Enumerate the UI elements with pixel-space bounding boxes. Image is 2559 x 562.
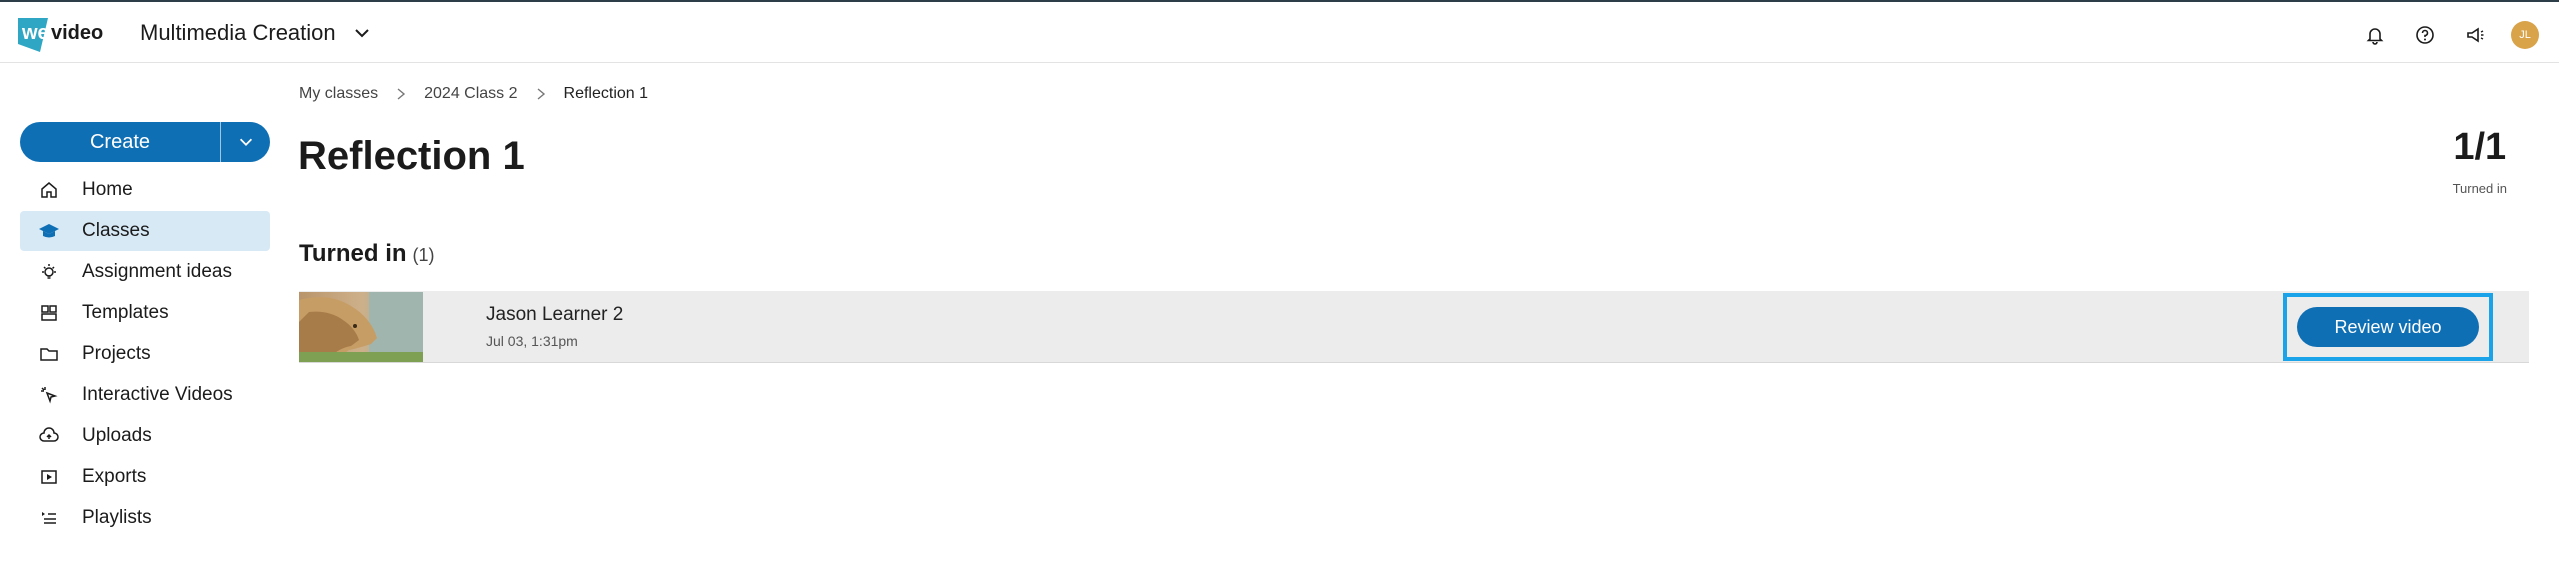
breadcrumb-current: Reflection 1 (563, 85, 649, 102)
sidebar-item-label: Interactive Videos (82, 384, 233, 405)
avatar[interactable]: JL (2511, 21, 2539, 49)
page-title: Reflection 1 (298, 134, 525, 178)
submission-row[interactable]: Jason Learner 2 Jul 03, 1:31pm Review vi… (299, 291, 2529, 363)
student-name: Jason Learner 2 (486, 304, 624, 325)
chevron-down-icon (239, 138, 252, 146)
video-thumbnail[interactable] (299, 292, 423, 362)
sidebar-item-interactive-videos[interactable]: Interactive Videos (20, 375, 270, 415)
workspace-name: Multimedia Creation (140, 20, 336, 45)
sidebar-item-playlists[interactable]: Playlists (20, 498, 270, 538)
turned-in-counter: 1/1 Turned in (2453, 126, 2507, 196)
section-title: Turned in (299, 240, 407, 267)
sidebar: Create Home Classes Assignment ideas Tem… (20, 122, 270, 539)
sidebar-item-label: Projects (82, 343, 151, 364)
bell-icon[interactable] (2361, 21, 2389, 49)
chevron-right-icon (537, 88, 545, 100)
create-label: Create (89, 130, 151, 153)
svg-text:we: we (21, 22, 49, 44)
sidebar-item-exports[interactable]: Exports (20, 457, 270, 497)
exports-icon (38, 466, 60, 488)
sidebar-item-uploads[interactable]: Uploads (20, 416, 270, 456)
sidebar-item-label: Templates (82, 302, 169, 323)
sidebar-item-assignment-ideas[interactable]: Assignment ideas (20, 252, 270, 292)
turned-in-count: 1/1 (2453, 126, 2507, 168)
submission-date: Jul 03, 1:31pm (486, 333, 578, 349)
interactive-icon (38, 384, 60, 406)
create-menu-toggle[interactable] (220, 122, 270, 162)
sidebar-item-label: Uploads (82, 425, 152, 446)
sidebar-item-templates[interactable]: Templates (20, 293, 270, 333)
review-video-button[interactable]: Review video (2297, 307, 2479, 347)
lightbulb-icon (38, 261, 60, 283)
help-icon[interactable] (2411, 21, 2439, 49)
review-video-highlight: Review video (2283, 293, 2493, 361)
breadcrumb-my-classes[interactable]: My classes (299, 85, 378, 103)
chevron-right-icon (397, 88, 406, 100)
workspace-selector[interactable]: Multimedia Creation (140, 20, 372, 46)
turned-in-section-heading: Turned in (1) (299, 240, 435, 268)
sidebar-item-label: Classes (82, 220, 150, 241)
sidebar-item-label: Home (82, 179, 133, 200)
svg-text:video: video (51, 22, 103, 44)
playlist-icon (38, 507, 60, 529)
sidebar-item-label: Playlists (82, 507, 152, 528)
avatar-initials: JL (2519, 29, 2531, 41)
wevideo-logo[interactable]: we video (18, 14, 126, 54)
create-button[interactable]: Create (20, 122, 220, 162)
folder-icon (38, 343, 60, 365)
breadcrumb: My classes 2024 Class 2 Reflection 1 (299, 85, 648, 103)
sidebar-item-home[interactable]: Home (20, 170, 270, 210)
sidebar-item-label: Exports (82, 466, 147, 487)
section-count: (1) (412, 245, 435, 265)
top-bar: we video Multimedia Creation JL (0, 0, 2559, 63)
templates-icon (38, 302, 60, 324)
sidebar-item-projects[interactable]: Projects (20, 334, 270, 374)
breadcrumb-class[interactable]: 2024 Class 2 (424, 85, 517, 103)
sidebar-item-label: Assignment ideas (82, 261, 232, 282)
turned-in-count-label: Turned in (2452, 181, 2507, 196)
classes-icon (38, 220, 60, 242)
home-icon (38, 179, 60, 201)
upload-icon (38, 425, 60, 447)
create-split-button: Create (20, 122, 270, 162)
chevron-down-icon (354, 29, 369, 38)
megaphone-icon[interactable] (2461, 21, 2489, 49)
sidebar-item-classes[interactable]: Classes (20, 211, 270, 251)
